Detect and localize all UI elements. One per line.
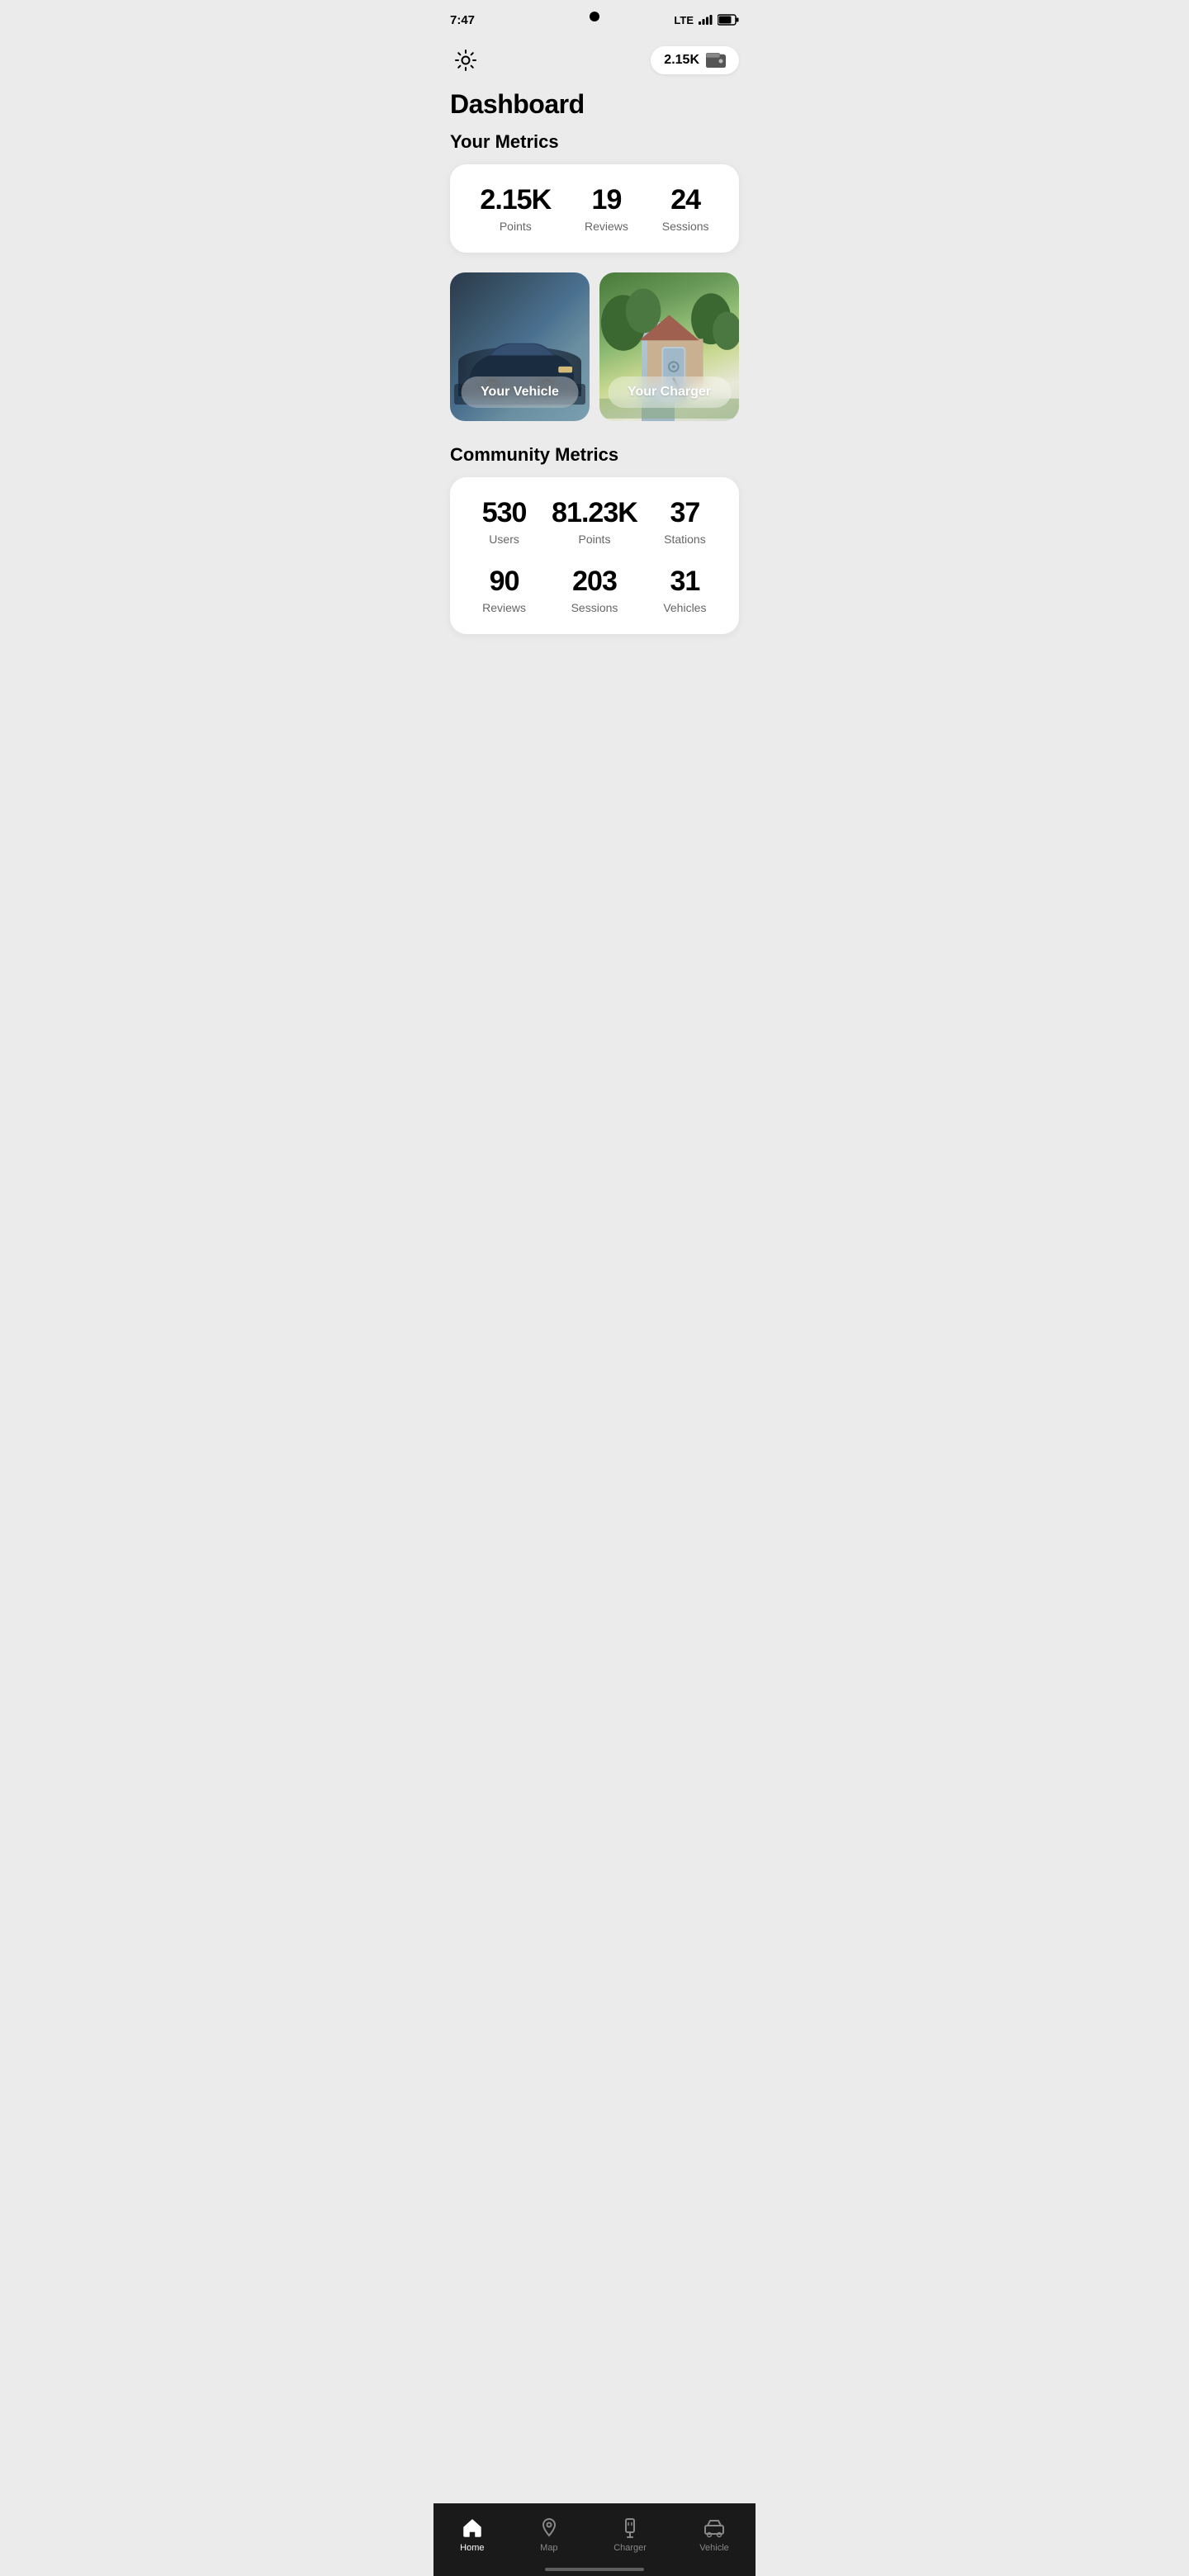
charger-nav-icon: [618, 2517, 642, 2540]
map-icon: [538, 2517, 561, 2540]
points-value: 2.15K: [480, 184, 551, 216]
community-users-label: Users: [489, 533, 519, 546]
community-sessions-label: Sessions: [571, 601, 618, 614]
community-reviews-value: 90: [490, 566, 519, 598]
sessions-value: 24: [670, 184, 700, 216]
community-vehicles: 31 Vehicles: [644, 566, 726, 614]
community-points-label: Points: [579, 533, 611, 546]
reviews-metric: 19 Reviews: [585, 184, 628, 233]
community-metrics-section: Community Metrics 530 Users 81.23K Point…: [433, 438, 756, 647]
quick-access-cards: Your Vehicle: [433, 266, 756, 438]
reviews-label: Reviews: [585, 220, 628, 233]
nav-charger[interactable]: Charger: [600, 2513, 660, 2556]
nav-charger-label: Charger: [613, 2543, 647, 2553]
nav-home[interactable]: Home: [447, 2513, 497, 2556]
vehicle-card-label: Your Vehicle: [481, 385, 559, 399]
nav-vehicle-label: Vehicle: [699, 2543, 728, 2553]
points-badge[interactable]: 2.15K: [651, 46, 739, 74]
charger-card-label: Your Charger: [628, 385, 711, 399]
wallet-icon: [706, 53, 726, 68]
app-header: 2.15K: [433, 36, 756, 89]
your-metrics-section: Your Metrics 2.15K Points 19 Reviews 24 …: [433, 125, 756, 266]
community-sessions-value: 203: [572, 566, 617, 598]
points-metric: 2.15K Points: [480, 184, 551, 233]
vehicle-nav-icon: [703, 2517, 726, 2540]
community-vehicles-value: 31: [670, 566, 699, 598]
community-points: 81.23K Points: [552, 497, 637, 546]
community-stations-label: Stations: [664, 533, 706, 546]
points-label: Points: [500, 220, 532, 233]
page-title: Dashboard: [450, 89, 739, 120]
nav-vehicle[interactable]: Vehicle: [686, 2513, 741, 2556]
your-vehicle-card[interactable]: Your Vehicle: [450, 272, 590, 421]
community-users-value: 530: [482, 497, 527, 529]
your-charger-card[interactable]: Your Charger: [599, 272, 739, 421]
your-metrics-card: 2.15K Points 19 Reviews 24 Sessions: [450, 164, 739, 253]
status-time: 7:47: [450, 13, 475, 27]
community-reviews: 90 Reviews: [463, 566, 545, 614]
community-users: 530 Users: [463, 497, 545, 546]
charger-label-container: Your Charger: [608, 376, 731, 408]
sessions-metric: 24 Sessions: [662, 184, 709, 233]
home-icon: [461, 2517, 484, 2540]
reviews-value: 19: [592, 184, 622, 216]
network-indicator: LTE: [674, 14, 694, 26]
community-reviews-label: Reviews: [482, 601, 526, 614]
settings-button[interactable]: [450, 45, 481, 76]
signal-icon: [699, 15, 713, 25]
community-metrics-card: 530 Users 81.23K Points 37 Stations 90 R…: [450, 477, 739, 634]
nav-map[interactable]: Map: [524, 2513, 574, 2556]
community-points-value: 81.23K: [552, 497, 637, 529]
vehicle-label-container: Your Vehicle: [461, 376, 579, 408]
nav-home-label: Home: [460, 2543, 484, 2553]
sessions-label: Sessions: [662, 220, 709, 233]
bottom-navigation: Home Map Charger: [433, 2503, 756, 2576]
camera-notch: [590, 12, 599, 21]
community-sessions: 203 Sessions: [552, 566, 637, 614]
nav-map-label: Map: [540, 2543, 557, 2553]
community-stations-value: 37: [670, 497, 699, 529]
community-stations: 37 Stations: [644, 497, 726, 546]
community-metrics-title: Community Metrics: [450, 444, 739, 466]
community-vehicles-label: Vehicles: [663, 601, 706, 614]
points-badge-value: 2.15K: [664, 53, 699, 68]
status-icons: LTE: [674, 14, 739, 26]
page-title-section: Dashboard: [433, 89, 756, 125]
community-grid: 530 Users 81.23K Points 37 Stations 90 R…: [463, 497, 726, 614]
gear-icon: [454, 49, 477, 72]
your-metrics-title: Your Metrics: [450, 131, 739, 153]
home-indicator: [545, 2568, 644, 2571]
battery-icon: [718, 14, 739, 26]
